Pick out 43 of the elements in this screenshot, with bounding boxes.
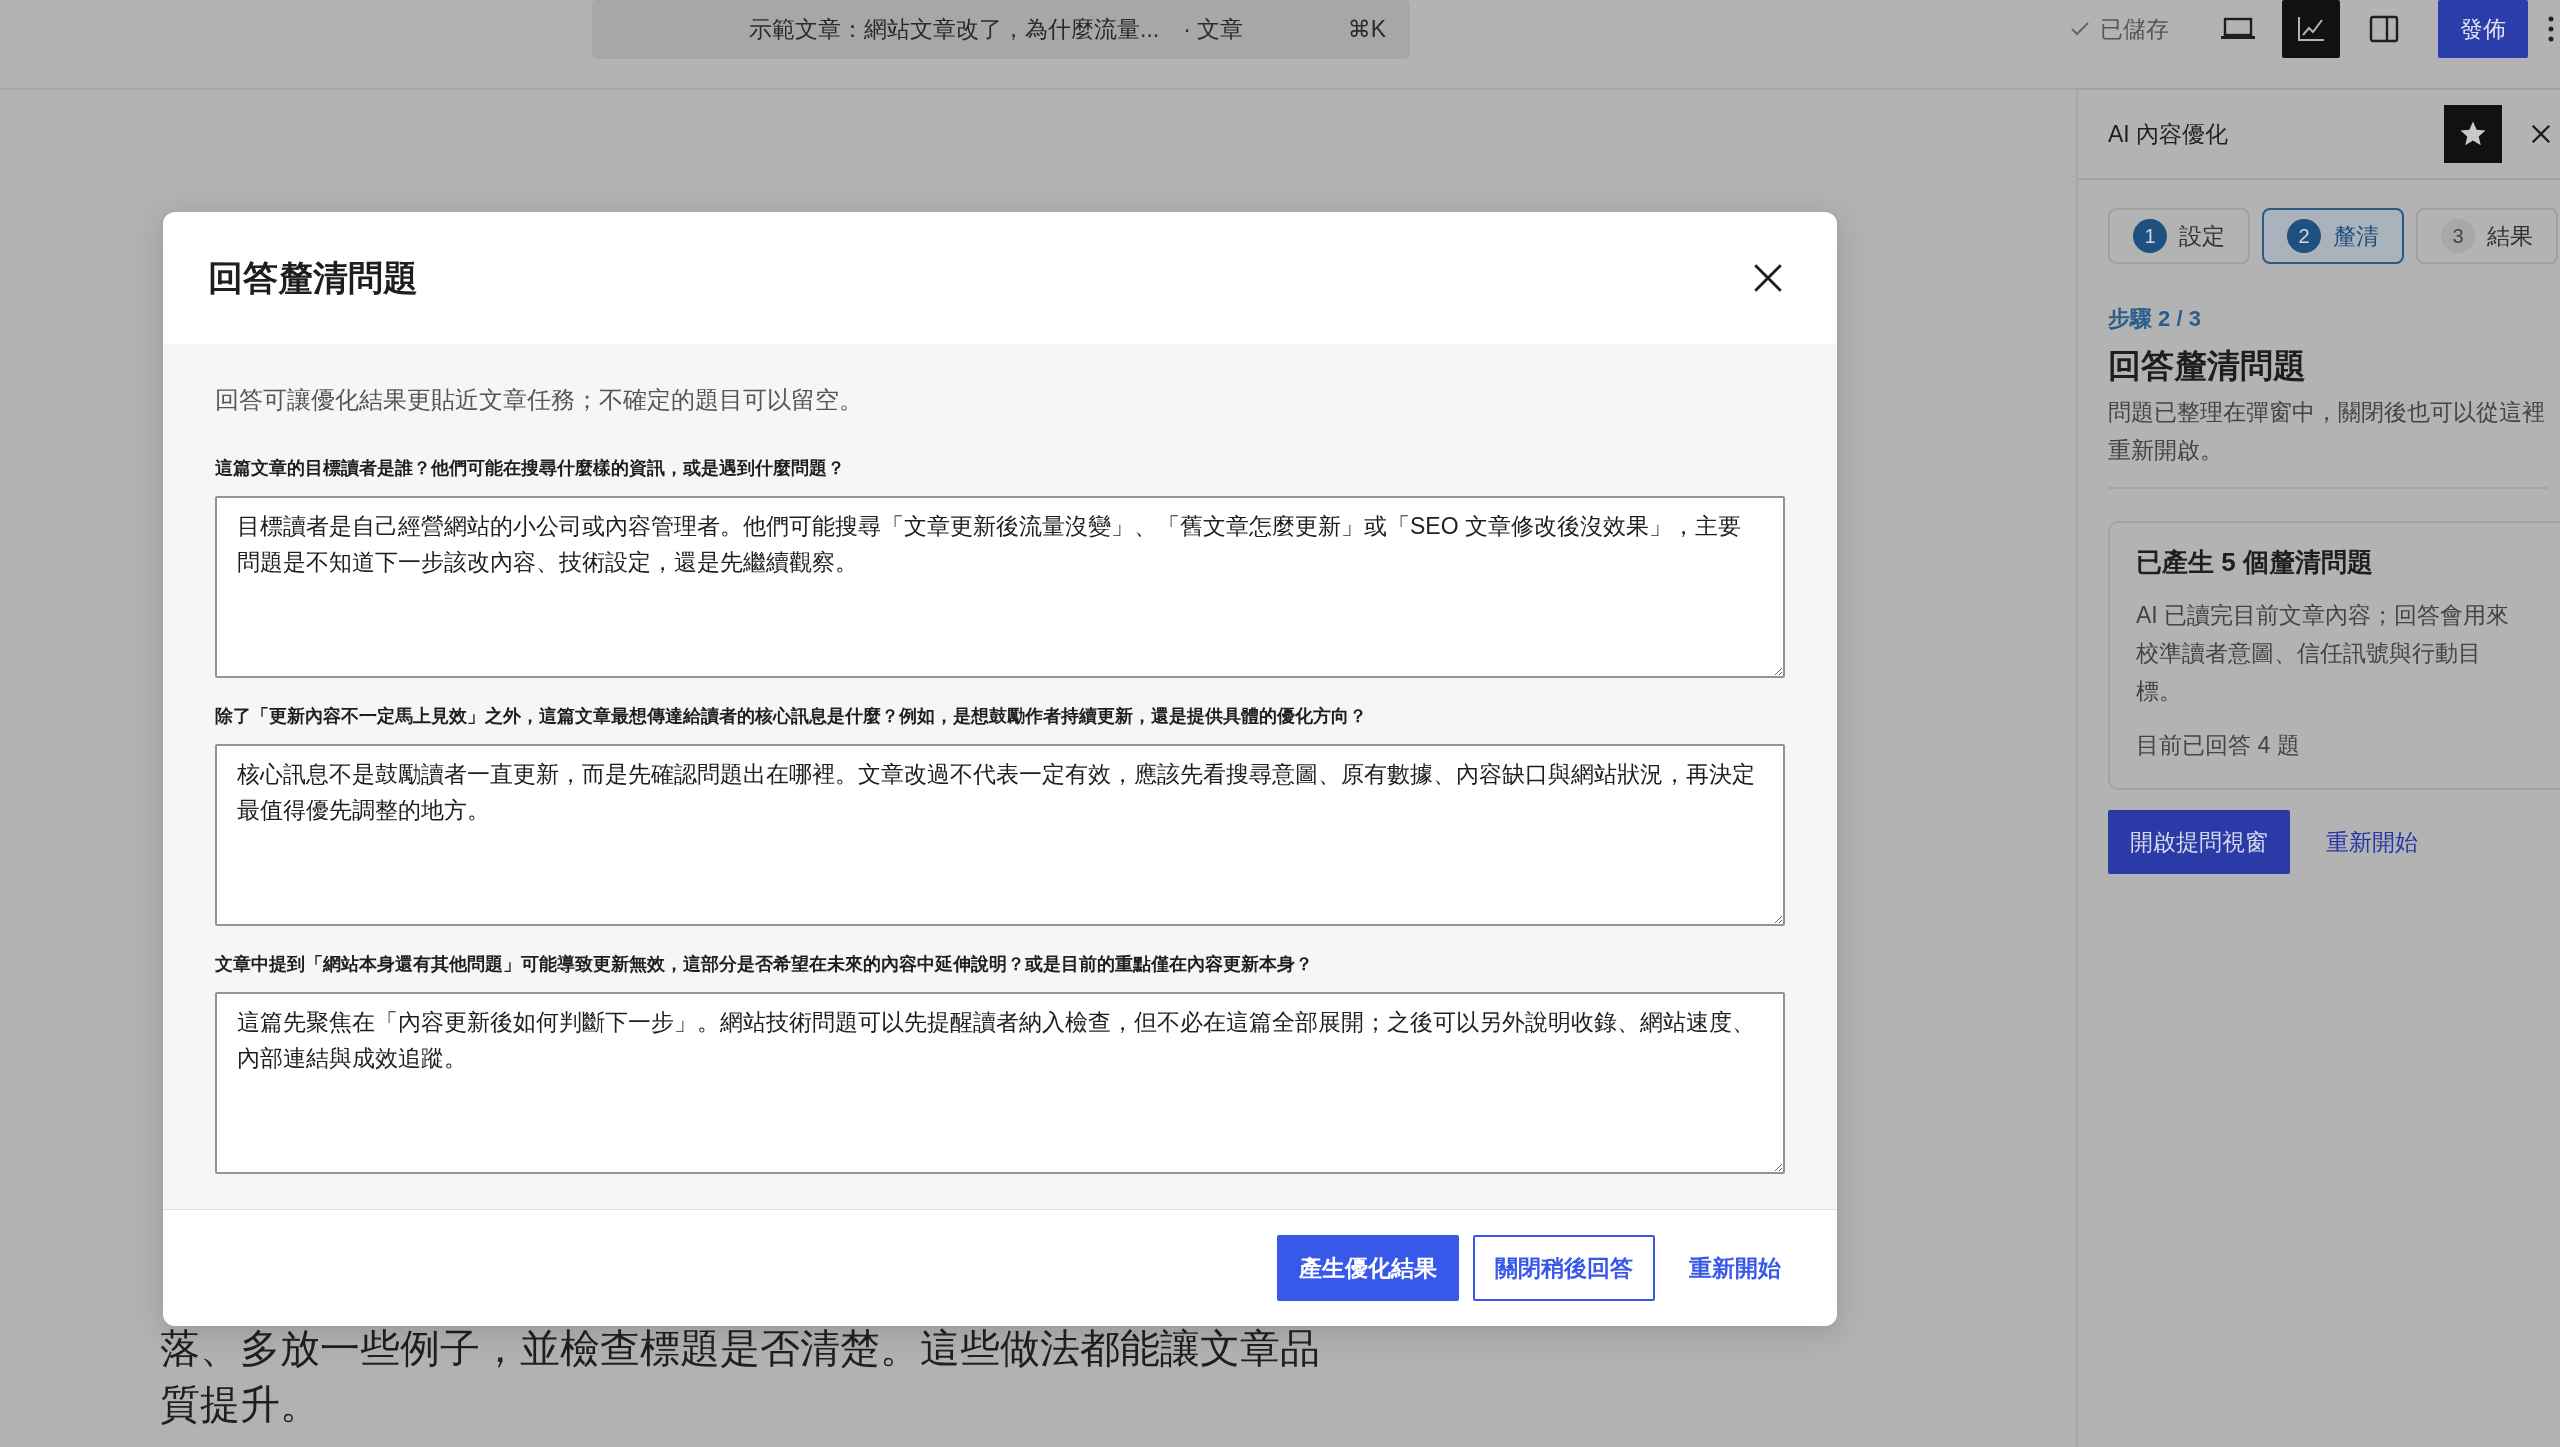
- restart-link[interactable]: 重新開始: [2326, 826, 2418, 858]
- step-number: 2: [2287, 219, 2321, 253]
- star-button[interactable]: [2444, 105, 2502, 163]
- card-text: AI 已讀完目前文章內容；回答會用來校準讀者意圖、信任訊號與行動目標。: [2136, 601, 2511, 706]
- step-indicator: 步驟 2 / 3: [2108, 305, 2202, 333]
- laptop-icon: [2221, 17, 2255, 41]
- close-icon[interactable]: [2530, 123, 2552, 145]
- answer-field[interactable]: 核心訊息不是鼓勵讀者一直更新，而是先確認問題出在哪裡。文章改過不代表一定有效，應該先看搜尋意圖、原有數據、內容缺口與網站狀況，再決定最值得優先調整的地方。: [215, 744, 1785, 926]
- step-number: 3: [2441, 219, 2475, 253]
- article-text: 落、多放一些例子，並檢查標題是否清楚。這些做法都能讓文章品: [160, 1325, 1321, 1372]
- description-text: 問題已整理在彈窗中，關閉後也可以從這裡重新開啟。: [2108, 393, 2548, 489]
- step-tab[interactable]: 3 結果: [2416, 208, 2558, 264]
- question-label: 這篇文章的目標讀者是誰？他們可能在搜尋什麼樣的資訊，或是遇到什麼問題？: [215, 457, 846, 480]
- answered-count: 目前已回答 4 題: [2136, 731, 2301, 760]
- restart-link[interactable]: 重新開始: [1669, 1252, 1781, 1284]
- shortcut-label: ⌘K: [1347, 15, 1386, 43]
- question-label: 除了「更新內容不一定馬上見效」之外，這篇文章最想傳達給讀者的核心訊息是什麼？例如，是想鼓勵作者持續更新，還是提供具體的優化方向？: [215, 705, 1368, 728]
- open-dialog-button[interactable]: 開啟提問視窗: [2108, 810, 2290, 874]
- document-title: 示範文章：網站文章改了，為什麼流量...: [749, 14, 1160, 44]
- step-number: 1: [2133, 219, 2167, 253]
- dialog-title: 回答釐清問題: [208, 256, 419, 299]
- question-label: 文章中提到「網站本身還有其他問題」可能導致更新無效，這部分是否希望在未來的內容中延伸說明？或是目前的重點僅在內容更新本身？: [215, 953, 1314, 976]
- post-type: · 文章: [1183, 14, 1244, 44]
- dialog-intro: 回答可讓優化結果更貼近文章任務；不確定的題目可以留空。: [215, 385, 864, 415]
- chart-icon: [2296, 15, 2326, 43]
- save-status: 已儲存: [2100, 14, 2169, 44]
- panel-title: AI 內容優化: [2108, 119, 2230, 149]
- sidebar-icon: [2369, 15, 2399, 43]
- check-icon: [2070, 21, 2090, 37]
- answer-field[interactable]: 目標讀者是自己經營網站的小公司或內容管理者。他們可能搜尋「文章更新後流量沒變」、「舊文章怎麼更新」或「SEO 文章修改後沒效果」，主要問題是不知道下一步該改內容、技術設定，還是先繼續觀察。: [215, 496, 1785, 678]
- card-title: 已產生 5 個釐清問題: [2136, 546, 2374, 579]
- publish-button[interactable]: 發佈: [2438, 0, 2528, 58]
- step-tab[interactable]: 1 設定: [2108, 208, 2250, 264]
- close-later-button[interactable]: 關閉稍後回答: [1473, 1235, 1655, 1301]
- article-text: 質提升。: [160, 1381, 321, 1428]
- more-options-icon[interactable]: [2548, 16, 2554, 42]
- close-icon[interactable]: [1751, 261, 1785, 295]
- generate-button[interactable]: 產生優化結果: [1277, 1235, 1459, 1301]
- toolbar-button[interactable]: [2282, 0, 2340, 58]
- section-heading: 回答釐清問題: [2108, 346, 2307, 386]
- command-bar[interactable]: 示範文章：網站文章改了，為什麼流量... · 文章 ⌘K: [592, 0, 1410, 59]
- answer-field[interactable]: 這篇先聚焦在「內容更新後如何判斷下一步」。網站技術問題可以先提醒讀者納入檢查，但不必在這篇全部展開；之後可以另外說明收錄、網站速度、內部連結與成效追蹤。: [215, 992, 1785, 1174]
- step-tab[interactable]: 2 釐清: [2262, 208, 2404, 264]
